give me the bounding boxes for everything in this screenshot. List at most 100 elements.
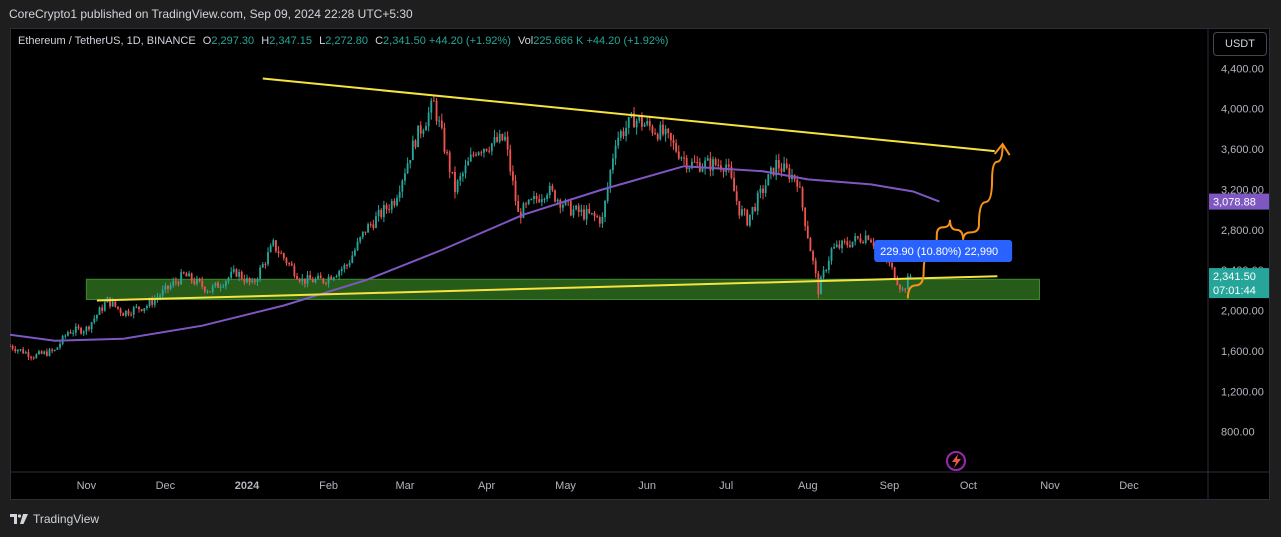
- candle-body: [398, 191, 401, 198]
- lightning-icon[interactable]: [946, 451, 966, 471]
- y-axis[interactable]: 4,400.004,000.003,600.003,200.002,800.00…: [1221, 63, 1264, 438]
- candle-body: [756, 192, 759, 211]
- candle-body: [338, 271, 341, 277]
- candle-body: [382, 205, 385, 217]
- candle-body: [614, 145, 617, 159]
- candle-body: [417, 125, 420, 148]
- y-tick-label: 4,000.00: [1221, 104, 1264, 116]
- candle-body: [82, 331, 85, 334]
- candle-body: [198, 278, 201, 281]
- candle-body: [762, 188, 764, 194]
- candle-body: [275, 240, 277, 252]
- candle-body: [164, 285, 167, 290]
- y-tick-label: 2,800.00: [1221, 225, 1264, 237]
- x-axis[interactable]: Nov Dec 2024 Feb Mar Apr May Jun Jul Aug Sep Oct Nov…: [77, 480, 1140, 492]
- candle-body: [846, 241, 849, 246]
- candle-body: [414, 140, 417, 148]
- candle-body: [90, 322, 93, 330]
- candle-body: [159, 295, 162, 298]
- candle-body: [267, 252, 269, 265]
- candle-body: [132, 307, 135, 315]
- candle-body: [432, 100, 435, 102]
- candle-body: [232, 269, 235, 272]
- candle-body: [277, 251, 280, 254]
- candle-body: [783, 163, 786, 172]
- candle-body: [727, 164, 730, 167]
- candle-body: [809, 238, 812, 252]
- projection-path[interactable]: [906, 144, 1004, 299]
- x-tick-label: Oct: [960, 480, 977, 492]
- candle-body: [551, 185, 554, 191]
- candle-body: [243, 278, 246, 283]
- candle-body: [688, 168, 691, 170]
- candle-body: [501, 133, 504, 141]
- descending-trendline[interactable]: [262, 77, 995, 153]
- publish-header: CoreCrypto1 published on TradingView.com…: [0, 0, 1281, 28]
- candle-body: [253, 280, 256, 282]
- volume-value: 225.666 K: [533, 35, 584, 47]
- candle-body: [677, 151, 680, 159]
- candle-body: [733, 177, 735, 192]
- candle-body: [59, 343, 61, 348]
- candle-body: [130, 314, 133, 316]
- candle-body: [764, 185, 767, 194]
- candle-body: [625, 127, 628, 136]
- candle-body: [804, 207, 807, 227]
- price-chart[interactable]: 229.90 (10.80%) 22,990 4,400.00 4,000.00 3…: [10, 28, 1270, 500]
- candle-body: [388, 208, 391, 210]
- candle-body: [870, 239, 872, 243]
- candle-body: [385, 205, 388, 209]
- candle-body: [185, 273, 188, 277]
- candle-body: [303, 278, 306, 284]
- tradingview-brand[interactable]: TradingView: [33, 512, 99, 526]
- candle-body: [856, 236, 859, 239]
- candle-body: [475, 154, 477, 156]
- candle-body: [332, 277, 335, 280]
- candle-body: [240, 271, 243, 279]
- candle-body: [627, 117, 630, 128]
- candle-body: [480, 152, 483, 154]
- candle-body: [361, 231, 364, 238]
- x-tick-label: Feb: [319, 480, 338, 492]
- x-tick-label: May: [555, 480, 576, 492]
- candle-body: [167, 285, 169, 289]
- candle-body: [140, 309, 143, 311]
- candle-body: [311, 279, 314, 283]
- candle-body: [835, 244, 838, 248]
- price-badges: 3,078.88 2,341.50 07:01:44: [1209, 193, 1269, 299]
- candle-body: [319, 275, 322, 279]
- measure-label[interactable]: 229.90 (10.80%) 22,990: [880, 246, 998, 258]
- candle-body: [862, 242, 865, 244]
- candle-body: [119, 308, 122, 313]
- trendlines-layer[interactable]: [96, 77, 998, 302]
- candle-body: [546, 194, 549, 199]
- candle-body: [864, 235, 867, 243]
- candle-body: [622, 131, 625, 136]
- candle-body: [483, 148, 485, 153]
- candles-layer: [10, 94, 912, 361]
- candle-body: [269, 245, 272, 253]
- candle-body: [817, 273, 820, 295]
- candle-body: [438, 120, 441, 122]
- candle-body: [714, 159, 717, 165]
- close-value: 2,341.50: [383, 35, 426, 47]
- candle-body: [88, 326, 90, 330]
- symbol-title[interactable]: Ethereum / TetherUS, 1D, BINANCE: [18, 35, 196, 47]
- candle-body: [517, 201, 520, 212]
- candle-body: [174, 281, 177, 283]
- candle-body: [169, 285, 172, 289]
- candle-body: [10, 345, 11, 347]
- candle-body: [396, 197, 398, 206]
- candle-body: [588, 208, 591, 214]
- candle-body: [32, 357, 35, 359]
- candle-body: [219, 286, 222, 288]
- candle-body: [675, 143, 678, 152]
- candle-body: [469, 154, 472, 162]
- candle-body: [554, 190, 556, 202]
- candle-body: [820, 277, 822, 295]
- currency-button[interactable]: USDT: [1213, 32, 1267, 56]
- candle-body: [472, 154, 475, 156]
- candle-body: [24, 352, 27, 354]
- candle-body: [138, 306, 140, 310]
- candle-body: [640, 117, 643, 127]
